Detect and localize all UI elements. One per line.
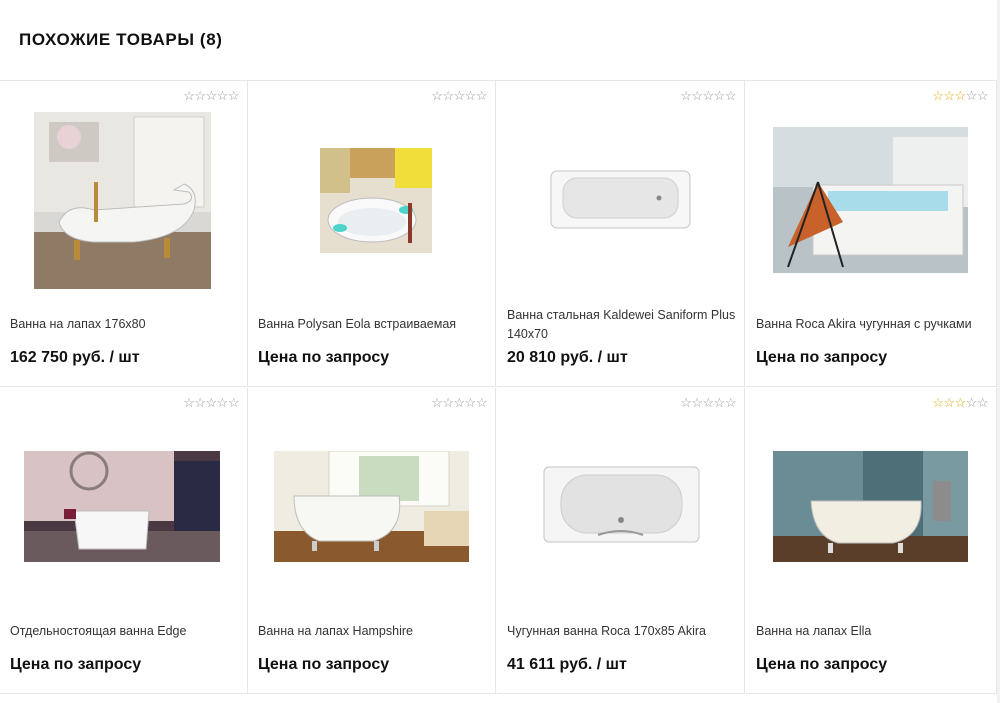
product-price: Цена по запросу [756,349,888,366]
product-card[interactable]: ☆☆☆☆☆ Ванна Polysan Eola встраиваемая Це… [248,81,496,387]
product-price: 41 611 руб. / шт [507,656,627,673]
rating-stars[interactable]: ☆☆☆☆☆ [183,396,239,410]
product-image[interactable] [549,168,692,231]
rating-stars[interactable]: ☆☆☆☆☆ [431,396,487,410]
star-icon: ☆☆☆☆☆ [431,88,487,103]
product-name[interactable]: Ванна на лапах Ella [756,622,986,641]
clawfoot-bath-image [274,451,469,562]
star-icon: ☆☆☆☆☆ [183,395,239,410]
product-image[interactable] [34,112,211,289]
rating-stars[interactable]: ☆☆☆☆☆ [183,89,239,103]
oval-bath-image [320,148,432,253]
rating-stars[interactable]: ☆☆☆☆☆ [680,396,736,410]
steel-bath-image [549,168,692,231]
star-icon: ☆☆☆ [932,395,966,410]
star-icon: ☆☆☆ [932,88,966,103]
rating-stars[interactable]: ☆☆☆☆☆ [680,89,736,103]
product-name[interactable]: Ванна Polysan Eola встраиваемая [258,315,488,334]
product-image[interactable] [543,465,700,544]
built-in-bath-image [773,127,968,273]
star-icon: ☆☆☆☆☆ [431,395,487,410]
section-title: ПОХОЖИЕ ТОВАРЫ (8) [19,30,223,49]
clawfoot-bath-image [34,112,211,289]
star-icon: ☆☆☆☆☆ [680,88,736,103]
product-price: Цена по запросу [258,656,390,673]
product-card[interactable]: ☆☆☆☆☆ Ванна на лапах Hampshire Цена по з… [248,388,496,694]
product-price: Цена по запросу [258,349,390,366]
star-icon: ☆☆ [965,395,989,410]
product-name[interactable]: Ванна на лапах 176x80 [10,315,240,334]
product-image[interactable] [773,451,968,562]
product-name[interactable]: Отдельностоящая ванна Edge [10,622,240,641]
star-icon: ☆☆☆☆☆ [183,88,239,103]
product-card[interactable]: ☆☆☆☆☆ Отдельностоящая ванна Edge Цена по… [0,388,248,694]
product-image[interactable] [320,148,432,253]
product-price: Цена по запросу [756,656,888,673]
products-grid: ☆☆☆☆☆ Ванна на лапах 176x80 162 750 руб.… [0,80,997,695]
product-card[interactable]: ☆☆☆☆☆ Ванна на лапах 176x80 162 750 руб.… [0,81,248,387]
product-card[interactable]: ☆☆☆☆☆ Чугунная ванна Roca 170x85 Akira 4… [497,388,745,694]
product-card[interactable]: ☆☆☆☆☆ Ванна на лапах Ella Цена по запрос… [746,388,997,694]
rating-stars[interactable]: ☆☆☆☆☆ [932,396,988,410]
cast-iron-bath-image [543,465,700,544]
product-card[interactable]: ☆☆☆☆☆ Ванна стальная Kaldewei Saniform P… [497,81,745,387]
freestanding-bath-image [24,451,220,562]
product-name[interactable]: Ванна стальная Kaldewei Saniform Plus 14… [507,306,737,344]
product-card[interactable]: ☆☆☆☆☆ Ванна Roca Akira чугунная с ручкам… [746,81,997,387]
product-image[interactable] [24,451,220,562]
product-name[interactable]: Ванна на лапах Hampshire [258,622,488,641]
star-icon: ☆☆☆☆☆ [680,395,736,410]
rating-stars[interactable]: ☆☆☆☆☆ [431,89,487,103]
product-price: 162 750 руб. / шт [10,349,140,366]
product-name[interactable]: Чугунная ванна Roca 170x85 Akira [507,622,737,641]
clawfoot-bath-image [773,451,968,562]
product-price: Цена по запросу [10,656,142,673]
star-icon: ☆☆ [965,88,989,103]
product-image[interactable] [274,451,469,562]
product-price: 20 810 руб. / шт [507,349,628,366]
product-name[interactable]: Ванна Roca Akira чугунная с ручками [756,315,986,334]
rating-stars[interactable]: ☆☆☆☆☆ [932,89,988,103]
product-image[interactable] [773,127,968,273]
